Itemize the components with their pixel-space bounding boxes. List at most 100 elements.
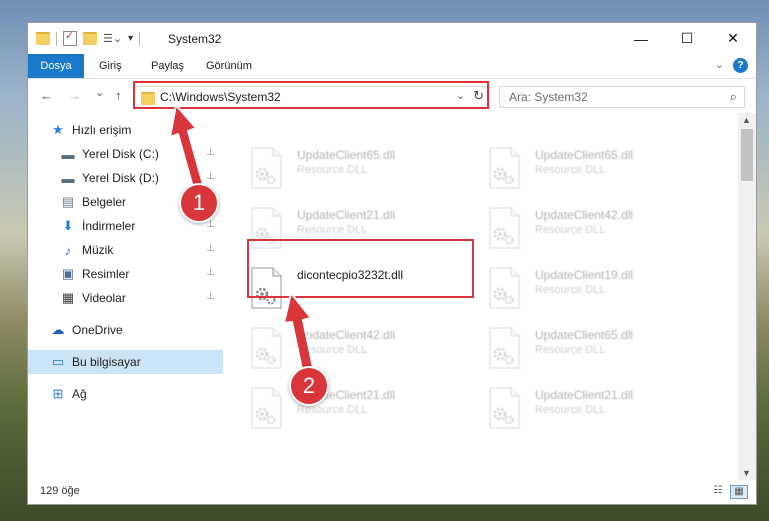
sidebar-item[interactable]: ♪ Müzik ⊥ [28,238,223,262]
file-item[interactable]: UpdateClient65.dll Resource DLL [461,323,691,375]
network-icon: ⊞ [52,386,64,401]
sidebar-item-label: Yerel Disk (D:) [82,171,159,185]
forward-button[interactable]: → [68,88,81,103]
drive-icon: ▬ [61,146,75,162]
tab-view[interactable]: Görünüm [206,54,252,78]
file-type: Resource DLL [297,224,368,236]
file-type: Resource DLL [535,224,606,236]
tab-share[interactable]: Paylaş [151,54,184,78]
sidebar-item[interactable]: ▭ Bu bilgisayar [28,350,223,374]
file-item[interactable]: UpdateClient65.dll Resource DLL [223,143,453,195]
dll-file-icon [489,267,520,309]
file-type: Resource DLL [297,164,368,176]
scroll-down-icon[interactable]: ▼ [742,468,751,478]
window-controls: — ☐ ✕ [618,23,756,54]
sidebar-item[interactable]: ☁ OneDrive [28,318,223,342]
video-icon: ▦ [61,290,75,305]
search-icon[interactable]: ⌕ [730,89,737,105]
help-icon[interactable]: ? [733,58,748,73]
step-badge-1: 1 [179,183,219,223]
address-highlight-box [133,81,489,109]
drive-icon: ▬ [61,170,75,186]
file-name: UpdateClient65.dll [535,328,634,342]
file-type: Resource DLL [535,164,606,176]
sidebar-item-label: Yerel Disk (C:) [82,147,159,161]
recent-locations-button[interactable]: ⌄ [95,86,104,99]
scrollbar[interactable]: ▲ ▼ [738,113,756,480]
sidebar-item-label: Müzik [82,243,114,257]
scroll-up-icon[interactable]: ▲ [742,115,751,125]
pin-icon[interactable]: ⊥ [206,267,215,278]
dll-file-icon [489,327,520,369]
file-name: UpdateClient65.dll [297,148,396,162]
customize-toolbar-icon[interactable]: ☰⌄ [103,32,122,45]
toolbar-divider [56,31,57,46]
search-input[interactable]: Ara: System32 ⌕ [499,86,745,108]
file-name: UpdateClient42.dll [535,208,634,222]
sidebar-item[interactable]: ⊞ Ağ [28,382,223,406]
dll-file-icon [489,207,520,249]
sidebar-item[interactable]: ▬ Yerel Disk (C:) ⊥ [28,142,223,166]
cloud-icon: ☁ [51,322,65,337]
tab-file[interactable]: Dosya [28,54,84,78]
tab-home[interactable]: Giriş [99,54,122,78]
title-bar: ☰⌄ ▾ System32 — ☐ ✕ [28,23,756,54]
file-type: Resource DLL [297,344,368,356]
sidebar-item-label: İndirmeler [82,219,136,233]
sidebar-item[interactable]: ▣ Resimler ⊥ [28,262,223,286]
dll-file-icon [251,147,282,189]
file-item[interactable]: UpdateClient65.dll Resource DLL [461,143,691,195]
document-icon: ▤ [61,194,75,209]
file-type: Resource DLL [535,284,606,296]
close-button[interactable]: ✕ [710,23,756,54]
maximize-button[interactable]: ☐ [664,23,710,54]
navigation-pane: ★ Hızlı erişim ▬ Yerel Disk (C:) ⊥ ▬ Yerel Dis… [28,118,223,478]
pin-icon[interactable]: ⊥ [206,243,215,254]
tiles-view-icon[interactable]: ▦ [730,485,748,499]
file-item[interactable]: UpdateClient19.dll Resource DLL [461,263,691,315]
sidebar-item[interactable]: ★ Hızlı erişim [28,118,223,142]
download-icon: ⬇ [62,218,74,233]
file-item[interactable]: UpdateClient21.dll Resource DLL [461,383,691,435]
view-switcher: ☷ ▦ [710,485,748,499]
dll-file-icon [489,147,520,189]
search-placeholder: Ara: System32 [509,90,588,104]
pin-icon[interactable]: ⊥ [206,171,215,182]
properties-icon[interactable] [63,29,77,46]
ribbon-tabs: Dosya Giriş Paylaş Görünüm ⌄ ? [28,54,756,79]
file-item[interactable]: UpdateClient42.dll Resource DLL [461,203,691,255]
minimize-button[interactable]: — [618,23,664,54]
sidebar-item[interactable]: ▦ Videolar ⊥ [28,286,223,310]
sidebar-item-label: OneDrive [72,323,123,337]
status-bar: 129 öğe ☷ ▦ [28,479,756,504]
file-name: UpdateClient42.dll [297,328,396,342]
scrollbar-thumb[interactable] [741,129,753,181]
sidebar-item-label: Videolar [82,291,126,305]
pin-icon[interactable]: ⊥ [206,291,215,302]
new-folder-icon[interactable] [83,32,97,45]
sidebar-item-label: Belgeler [82,195,127,209]
step-badge-2: 2 [289,366,329,406]
file-item[interactable]: UpdateClient21.dll Resource DLL [223,383,453,435]
folder-icon [36,32,50,45]
sidebar-item-label: Hızlı erişim [72,123,132,137]
pictures-icon: ▣ [61,266,75,281]
up-button[interactable]: ↑ [115,88,122,103]
star-icon: ★ [52,122,64,137]
sidebar-item-label: Bu bilgisayar [72,355,141,369]
computer-icon: ▭ [51,354,65,369]
file-name: UpdateClient65.dll [535,148,634,162]
file-name: UpdateClient21.dll [297,208,396,222]
details-view-icon[interactable]: ☷ [710,485,726,497]
music-icon: ♪ [64,242,72,258]
sidebar-item-label: Ağ [72,387,87,401]
back-button[interactable]: ← [40,88,53,103]
chevron-down-icon[interactable]: ⌄ [715,58,724,71]
toolbar-divider [139,31,141,46]
toolbar-dropdown-icon[interactable]: ▾ [128,33,133,44]
file-highlight-box [247,239,474,298]
quick-access-toolbar: ☰⌄ ▾ [36,29,141,46]
pin-icon[interactable]: ⊥ [206,147,215,158]
file-item[interactable]: UpdateClient42.dll Resource DLL [223,323,453,375]
dll-file-icon [489,387,520,429]
